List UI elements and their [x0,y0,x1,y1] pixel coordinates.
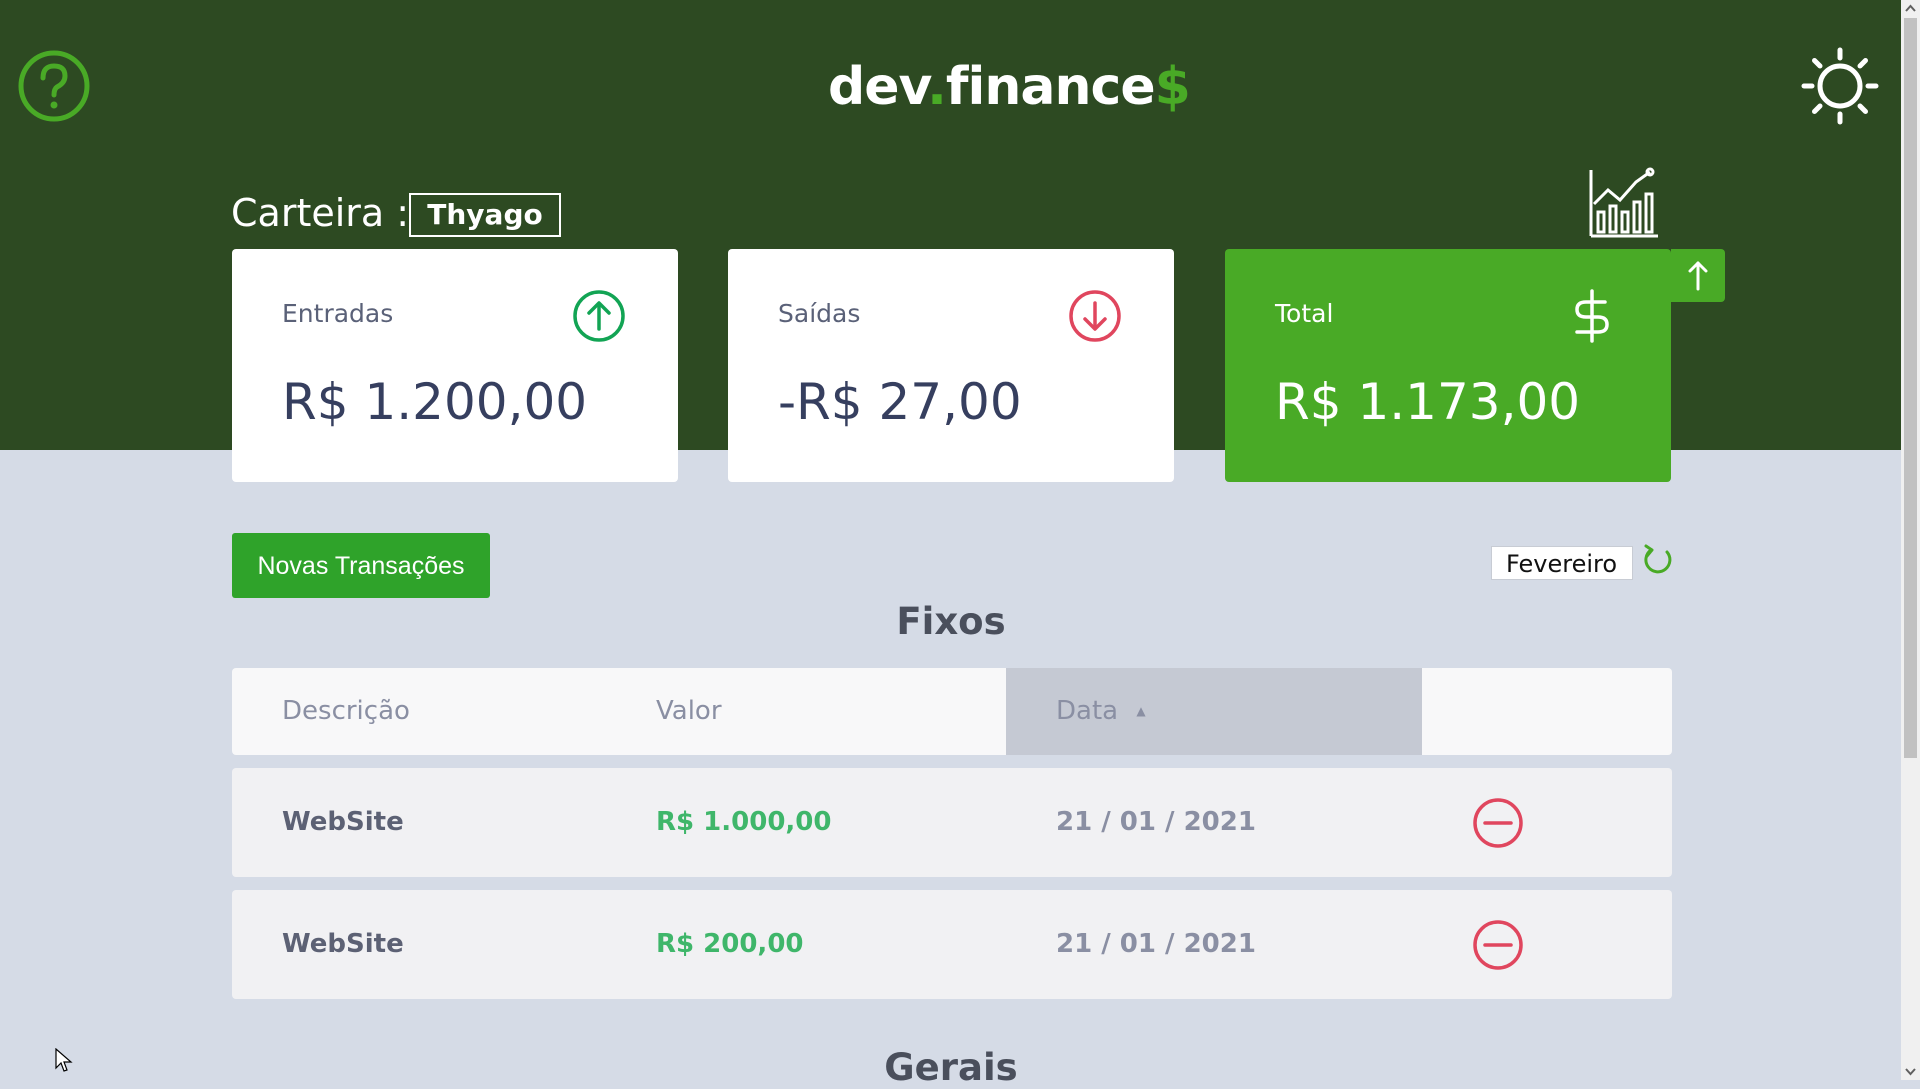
scroll-up-arrow-icon[interactable] [1901,0,1920,18]
table-row: WebSite R$ 200,00 21 / 01 / 2021 [232,890,1672,999]
section-title-general: Gerais [884,1046,1018,1089]
expense-value: -R$ 27,00 [778,373,1022,431]
app-logo: dev.finance$ [828,57,1191,117]
row-amount: R$ 200,00 [656,929,804,959]
column-header-date-label: Data [1056,696,1119,726]
sort-asc-icon: ▲ [1136,704,1146,718]
table-row: WebSite R$ 1.000,00 21 / 01 / 2021 [232,768,1672,877]
arrow-up-icon [1688,261,1708,291]
arrow-down-circle-icon [1069,290,1121,342]
row-date: 21 / 01 / 2021 [1056,929,1256,959]
expense-title: Saídas [778,299,861,328]
remove-transaction-icon[interactable] [1472,919,1524,971]
row-description: WebSite [282,807,404,837]
table-header: Descrição Valor Data ▲ [232,668,1672,755]
refresh-icon[interactable] [1641,544,1675,578]
expense-card: Saídas -R$ 27,00 [728,249,1174,482]
dollar-icon [1575,289,1609,343]
scroll-top-button[interactable] [1671,249,1725,302]
total-title: Total [1275,299,1334,328]
wallet-name-field[interactable]: Thyago [409,193,561,237]
scrollbar-thumb[interactable] [1904,18,1917,758]
help-icon[interactable] [16,48,92,124]
column-header-value[interactable]: Valor [656,668,722,755]
row-date: 21 / 01 / 2021 [1056,807,1256,837]
mouse-cursor-icon [55,1048,73,1072]
sun-icon[interactable] [1800,46,1880,126]
row-description: WebSite [282,929,404,959]
bar-chart-icon[interactable] [1588,166,1660,238]
total-card: Total R$ 1.173,00 [1225,249,1671,482]
remove-transaction-icon[interactable] [1472,797,1524,849]
scroll-down-arrow-icon[interactable] [1901,1062,1920,1080]
vertical-scrollbar[interactable] [1901,0,1920,1080]
new-transaction-button[interactable]: Novas Transações [232,533,490,598]
wallet-label: Carteira : [231,191,410,235]
income-title: Entradas [282,299,394,328]
income-card: Entradas R$ 1.200,00 [232,249,678,482]
column-header-description[interactable]: Descrição [282,668,410,755]
income-value: R$ 1.200,00 [282,373,588,431]
arrow-up-circle-icon [573,290,625,342]
total-value: R$ 1.173,00 [1275,373,1581,431]
row-amount: R$ 1.000,00 [656,807,832,837]
section-title-fixed: Fixos [896,600,1006,643]
column-header-date[interactable]: Data ▲ [1006,668,1422,755]
month-select[interactable]: Fevereiro [1491,546,1633,580]
